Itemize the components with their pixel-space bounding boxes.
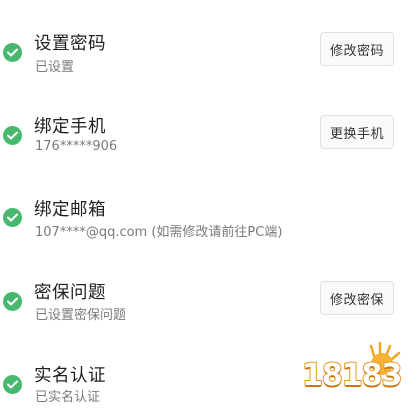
check-circle-icon: [3, 43, 22, 62]
row-subtitle: 已设置密保问题: [35, 308, 127, 323]
row-title: 绑定手机: [34, 117, 106, 137]
row-phone: 绑定手机 176*****906 更换手机: [0, 105, 408, 165]
watermark-text: 18183: [301, 357, 403, 394]
row-title: 绑定邮箱: [34, 200, 106, 220]
row-subtitle: 176*****906: [35, 139, 118, 154]
row-title: 设置密码: [34, 34, 106, 54]
row-email: 绑定邮箱 107****@qq.com (如需修改请前往PC端): [0, 188, 408, 248]
change-phone-button[interactable]: 更换手机: [320, 115, 394, 149]
check-circle-icon: [3, 375, 22, 394]
row-password: 设置密码 已设置 修改密码: [0, 22, 408, 82]
check-circle-icon: [3, 292, 22, 311]
check-circle-icon: [3, 126, 22, 145]
check-circle-icon: [3, 208, 22, 227]
change-password-button[interactable]: 修改密码: [320, 32, 394, 66]
row-title: 密保问题: [34, 283, 106, 303]
row-subtitle: 已设置: [35, 60, 75, 75]
row-title: 实名认证: [34, 366, 106, 386]
18183-logo: 18183: [298, 340, 404, 398]
row-subtitle: 已实名认证: [35, 390, 101, 405]
change-security-question-button[interactable]: 修改密保: [320, 281, 394, 315]
row-security-question: 密保问题 已设置密保问题 修改密保: [0, 271, 408, 331]
row-subtitle: 107****@qq.com (如需修改请前往PC端): [35, 225, 283, 240]
